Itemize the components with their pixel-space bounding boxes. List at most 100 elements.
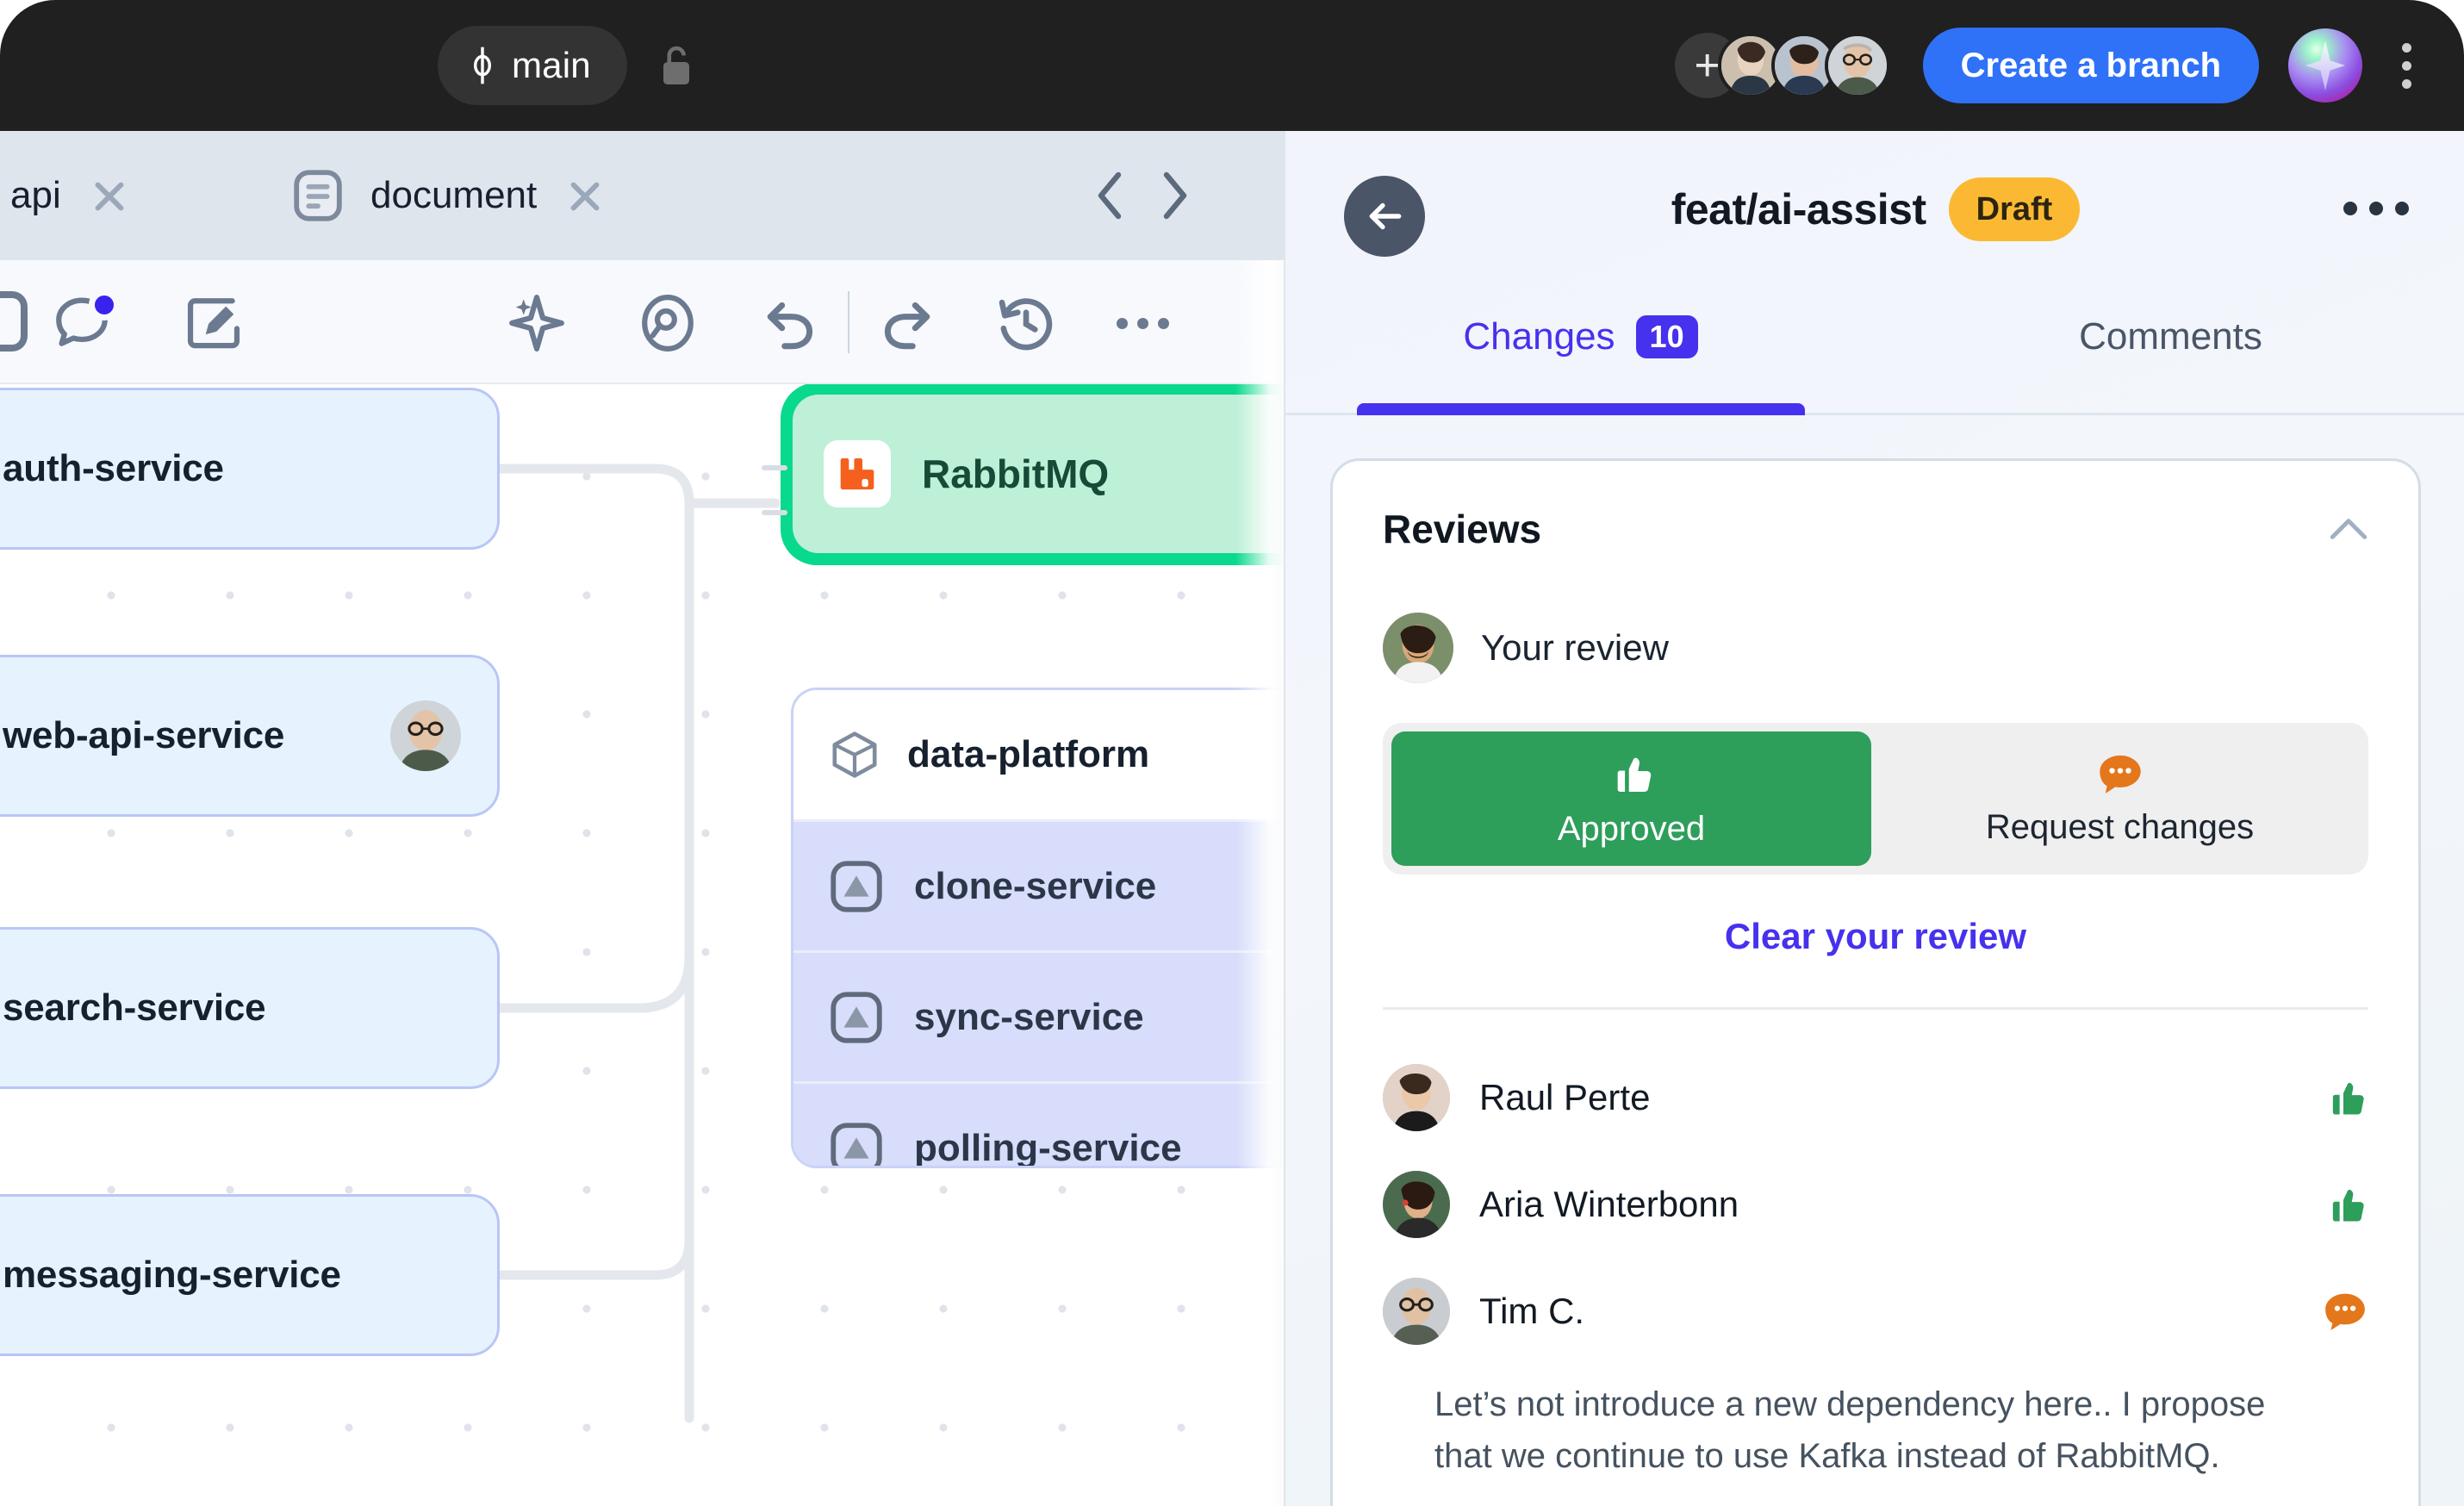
close-icon[interactable] bbox=[87, 173, 132, 218]
chevron-left-icon[interactable] bbox=[1094, 171, 1129, 220]
active-tab-underline bbox=[1357, 403, 1805, 415]
approved-label: Approved bbox=[1558, 810, 1705, 849]
group-header[interactable]: data-platform bbox=[793, 690, 1284, 819]
plus-icon: + bbox=[1694, 43, 1720, 88]
cube-icon bbox=[830, 730, 880, 780]
thumbs-up-icon bbox=[2324, 1075, 2368, 1120]
git-branch-icon bbox=[469, 46, 496, 85]
node-label: RabbitMQ bbox=[922, 451, 1109, 497]
document-icon bbox=[291, 169, 345, 222]
redo-icon[interactable] bbox=[875, 293, 936, 353]
unlock-icon[interactable] bbox=[658, 45, 694, 86]
reviews-section-header[interactable]: Reviews bbox=[1333, 461, 2418, 552]
tab-navigation bbox=[1094, 131, 1191, 260]
your-review-label: Your review bbox=[1481, 627, 1669, 669]
group-item-label: polling-service bbox=[914, 1127, 1182, 1169]
history-icon[interactable] bbox=[996, 293, 1056, 353]
reviewer-comment: Let’s not introduce a new dependency her… bbox=[1333, 1365, 2324, 1482]
changes-count-badge: 10 bbox=[1636, 315, 1698, 358]
your-review-row: Your review bbox=[1333, 552, 2418, 683]
avatar bbox=[390, 700, 461, 771]
avatar bbox=[1383, 613, 1453, 683]
avatar bbox=[1383, 1171, 1450, 1238]
group-item-polling-service[interactable]: polling-service bbox=[793, 1081, 1284, 1168]
tab-label: Changes bbox=[1463, 315, 1615, 358]
sparkle-shape bbox=[2305, 40, 2345, 90]
more-horizontal-icon[interactable] bbox=[1117, 317, 1177, 329]
reviewer-row[interactable]: Raul Perte bbox=[1333, 1044, 2418, 1151]
speech-bubble-icon bbox=[2096, 751, 2144, 796]
reviewer-row[interactable]: Aria Winterbonn bbox=[1333, 1151, 2418, 1258]
node-auth-service[interactable]: auth-service bbox=[0, 388, 500, 550]
group-item-clone-service[interactable]: clone-service bbox=[793, 819, 1284, 950]
avatar bbox=[1383, 1278, 1450, 1345]
node-label: search-service bbox=[3, 986, 265, 1030]
tab-strip: api document bbox=[0, 131, 1284, 260]
node-messaging-service[interactable]: messaging-service bbox=[0, 1194, 500, 1356]
tab-label: api bbox=[10, 174, 61, 217]
group-item-label: clone-service bbox=[914, 865, 1156, 908]
resize-handle-left-2[interactable] bbox=[762, 510, 787, 515]
toolbar-partial-icon[interactable] bbox=[0, 291, 28, 352]
annotate-icon[interactable] bbox=[183, 293, 243, 353]
avatar[interactable] bbox=[1825, 33, 1890, 98]
node-label: messaging-service bbox=[3, 1254, 341, 1297]
speech-bubble-icon bbox=[2322, 1290, 2368, 1333]
branch-selector[interactable]: main bbox=[438, 26, 627, 105]
node-label: web-api-service bbox=[3, 714, 284, 757]
thumbs-up-icon bbox=[1608, 750, 1656, 798]
group-data-platform[interactable]: data-platform clone-service sync-service bbox=[791, 688, 1284, 1168]
editor-pane: api document bbox=[0, 131, 1284, 1506]
tab-comments[interactable]: Comments bbox=[1876, 302, 2464, 413]
thumbs-up-icon bbox=[2324, 1182, 2368, 1227]
page-title: feat/ai-assist bbox=[1671, 184, 1926, 234]
node-web-api-service[interactable]: web-api-service bbox=[0, 655, 500, 817]
request-changes-button[interactable]: Request changes bbox=[1880, 731, 2360, 866]
search-zoom-icon[interactable] bbox=[638, 293, 698, 353]
group-item-sync-service[interactable]: sync-service bbox=[793, 950, 1284, 1081]
clear-review-link[interactable]: Clear your review bbox=[1333, 916, 2418, 957]
group-item-label: sync-service bbox=[914, 996, 1144, 1039]
node-label: auth-service bbox=[3, 447, 224, 490]
status-badge: Draft bbox=[1949, 177, 2081, 241]
request-changes-label: Request changes bbox=[1986, 808, 2254, 847]
editor-toolbar bbox=[0, 260, 1284, 384]
tab-changes[interactable]: Changes 10 bbox=[1285, 302, 1876, 413]
diagram-canvas[interactable]: auth-service web-api-service search-serv… bbox=[0, 384, 1284, 1506]
collaborator-avatars bbox=[1730, 33, 1890, 98]
comment-unread-badge bbox=[89, 289, 120, 320]
vercel-triangle-icon bbox=[830, 860, 883, 913]
top-bar-actions: + Create a branch bbox=[1675, 0, 2431, 131]
review-panel: feat/ai-assist Draft Changes 10 Comments… bbox=[1284, 131, 2464, 1506]
top-bar: main + Create a branch bbox=[0, 0, 2464, 131]
avatar bbox=[1383, 1064, 1450, 1131]
chevron-right-icon[interactable] bbox=[1156, 171, 1191, 220]
reviewer-name: Tim C. bbox=[1479, 1291, 2293, 1332]
branch-title-row: feat/ai-assist Draft bbox=[1285, 177, 2464, 241]
rabbitmq-logo-icon bbox=[824, 440, 891, 507]
approved-button[interactable]: Approved bbox=[1391, 731, 1871, 866]
vercel-triangle-icon bbox=[830, 1122, 883, 1169]
undo-icon[interactable] bbox=[762, 293, 822, 353]
ai-sparkle-orb-icon[interactable] bbox=[2288, 28, 2362, 103]
review-panel-header: feat/ai-assist Draft bbox=[1285, 131, 2464, 302]
app-window: main + Create a branch bbox=[0, 0, 2464, 1506]
node-search-service[interactable]: search-service bbox=[0, 927, 500, 1089]
reviewer-name: Aria Winterbonn bbox=[1479, 1184, 2294, 1225]
create-branch-button[interactable]: Create a branch bbox=[1923, 28, 2259, 103]
chevron-up-icon[interactable] bbox=[2329, 516, 2368, 542]
tab-api[interactable]: api bbox=[10, 131, 132, 260]
tab-label: Comments bbox=[2079, 315, 2262, 358]
review-panel-tabs: Changes 10 Comments bbox=[1285, 302, 2464, 415]
close-icon[interactable] bbox=[563, 173, 607, 218]
tab-document[interactable]: document bbox=[291, 131, 607, 260]
ai-sparkle-icon[interactable] bbox=[507, 293, 567, 353]
reviewer-row[interactable]: Tim C. bbox=[1333, 1258, 2418, 1365]
section-title: Reviews bbox=[1383, 506, 1541, 552]
horizontal-kebab-icon[interactable] bbox=[2343, 202, 2409, 215]
node-rabbitmq-selected[interactable]: RabbitMQ bbox=[781, 384, 1284, 565]
resize-handle-left[interactable] bbox=[762, 465, 787, 470]
vertical-kebab-icon[interactable] bbox=[2381, 28, 2431, 103]
vercel-triangle-icon bbox=[830, 991, 883, 1044]
group-title: data-platform bbox=[907, 733, 1149, 776]
